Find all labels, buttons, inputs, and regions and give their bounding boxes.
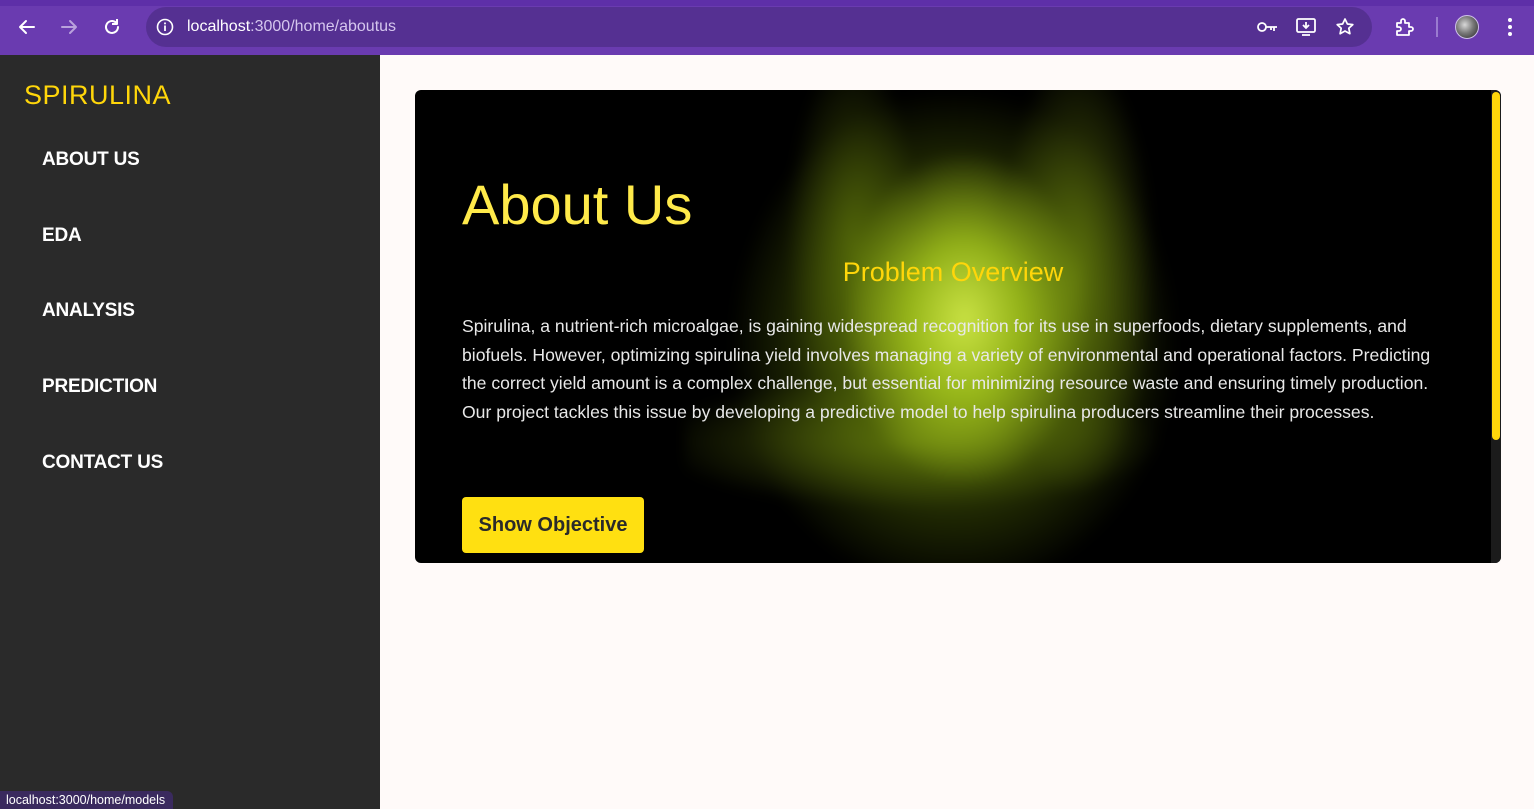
forward-icon[interactable]: [54, 12, 84, 42]
address-bar[interactable]: localhost:3000/home/aboutus: [146, 7, 1372, 47]
sidebar-item-about-us[interactable]: ABOUT US: [42, 149, 140, 171]
toolbar-divider: [1436, 17, 1438, 37]
status-bar-link-preview: localhost:3000/home/models: [0, 791, 174, 809]
sidebar-item-contact-us[interactable]: CONTACT US: [42, 452, 163, 474]
back-icon[interactable]: [12, 12, 42, 42]
scrollbar-thumb[interactable]: [1492, 92, 1500, 440]
show-objective-button[interactable]: Show Objective: [462, 497, 644, 553]
install-app-icon[interactable]: [1294, 16, 1318, 38]
tab-strip-edge: [0, 0, 1534, 6]
card-scrollbar[interactable]: [1491, 90, 1501, 563]
problem-description: Spirulina, a nutrient-rich microalgae, i…: [462, 316, 1431, 423]
section-subtitle: Problem Overview: [415, 257, 1491, 288]
subtitle-text: Problem Overview: [842, 257, 1064, 287]
sidebar-item-eda[interactable]: EDA: [42, 225, 82, 247]
menu-kebab-icon[interactable]: [1500, 14, 1520, 40]
page-title: About Us: [462, 173, 693, 236]
url-host: localhost: [187, 18, 251, 35]
about-card: About Us Problem Overview Spirulina, a n…: [415, 90, 1501, 563]
sidebar-item-prediction[interactable]: PREDICTION: [42, 376, 157, 398]
password-key-icon[interactable]: [1256, 16, 1280, 38]
url-text[interactable]: localhost:3000/home/aboutus: [187, 18, 396, 36]
reload-icon[interactable]: [97, 12, 127, 42]
profile-avatar[interactable]: [1455, 15, 1479, 39]
brand-logo[interactable]: SPIRULINA: [24, 80, 171, 111]
sidebar: SPIRULINA ABOUT US EDA ANALYSIS PREDICTI…: [0, 55, 380, 809]
main-content: About Us Problem Overview Spirulina, a n…: [380, 55, 1534, 809]
url-path: :3000/home/aboutus: [250, 18, 397, 35]
browser-toolbar: localhost:3000/home/aboutus: [0, 0, 1534, 55]
sidebar-item-analysis[interactable]: ANALYSIS: [42, 300, 135, 322]
site-info-icon[interactable]: [154, 16, 176, 38]
bookmark-star-icon[interactable]: [1333, 16, 1357, 38]
extensions-icon[interactable]: [1391, 14, 1417, 40]
